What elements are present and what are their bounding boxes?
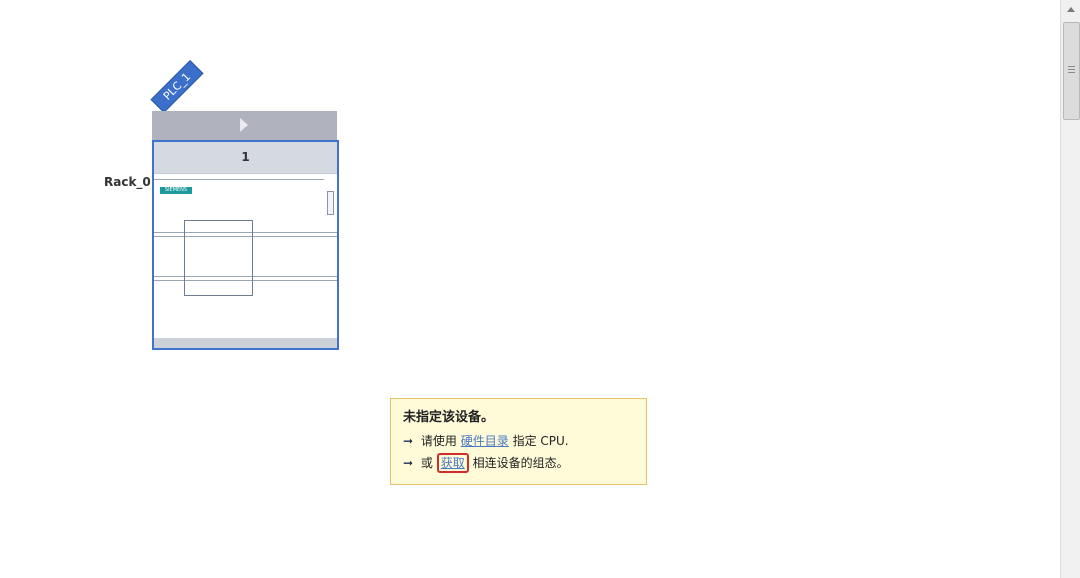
info-line1-suffix: 指定 CPU. [512,434,569,448]
hardware-catalog-link[interactable]: 硬件目录 [461,434,509,448]
arrow-right-icon: ➞ [403,434,414,448]
grip-icon [1068,66,1075,67]
vertical-scrollbar[interactable] [1060,0,1080,578]
unspecified-device-info-box: 未指定该设备。 ➞ 请使用 硬件目录 指定 CPU. ➞ 或 获取 相连设备的组… [390,398,647,485]
rack-header[interactable] [152,111,337,140]
arrow-right-icon: ➞ [403,456,414,470]
scroll-up-arrow-icon[interactable] [1061,0,1080,20]
expand-arrow-icon[interactable] [240,118,248,132]
info-line-detect: ➞ 或 获取 相连设备的组态。 [403,452,634,474]
plc-name-tag[interactable]: PLC_1 [150,59,204,114]
info-title: 未指定该设备。 [403,410,495,425]
info-line-hardware-catalog: ➞ 请使用 硬件目录 指定 CPU. [403,430,634,452]
rack-label: Rack_0 [104,175,151,189]
cpu-slot[interactable]: 1 SIEMENS [152,140,339,350]
info-line1-prefix: 请使用 [420,434,457,448]
info-line2-prefix: 或 [420,456,433,470]
scroll-thumb[interactable] [1063,22,1080,120]
module-connector [327,191,334,215]
module-outline [154,179,324,180]
module-display-box [184,220,253,296]
info-line2-suffix: 相连设备的组态。 [472,456,569,470]
cpu-module-graphic[interactable]: SIEMENS [154,174,337,338]
device-view-canvas[interactable]: PLC_1 Rack_0 1 SIEMENS 未指定该设备。 ➞ 请使用 硬件目… [0,0,1080,578]
slot-number: 1 [154,142,337,174]
detect-link[interactable]: 获取 [436,453,469,473]
module-foot [154,338,337,348]
siemens-logo: SIEMENS [160,187,192,194]
